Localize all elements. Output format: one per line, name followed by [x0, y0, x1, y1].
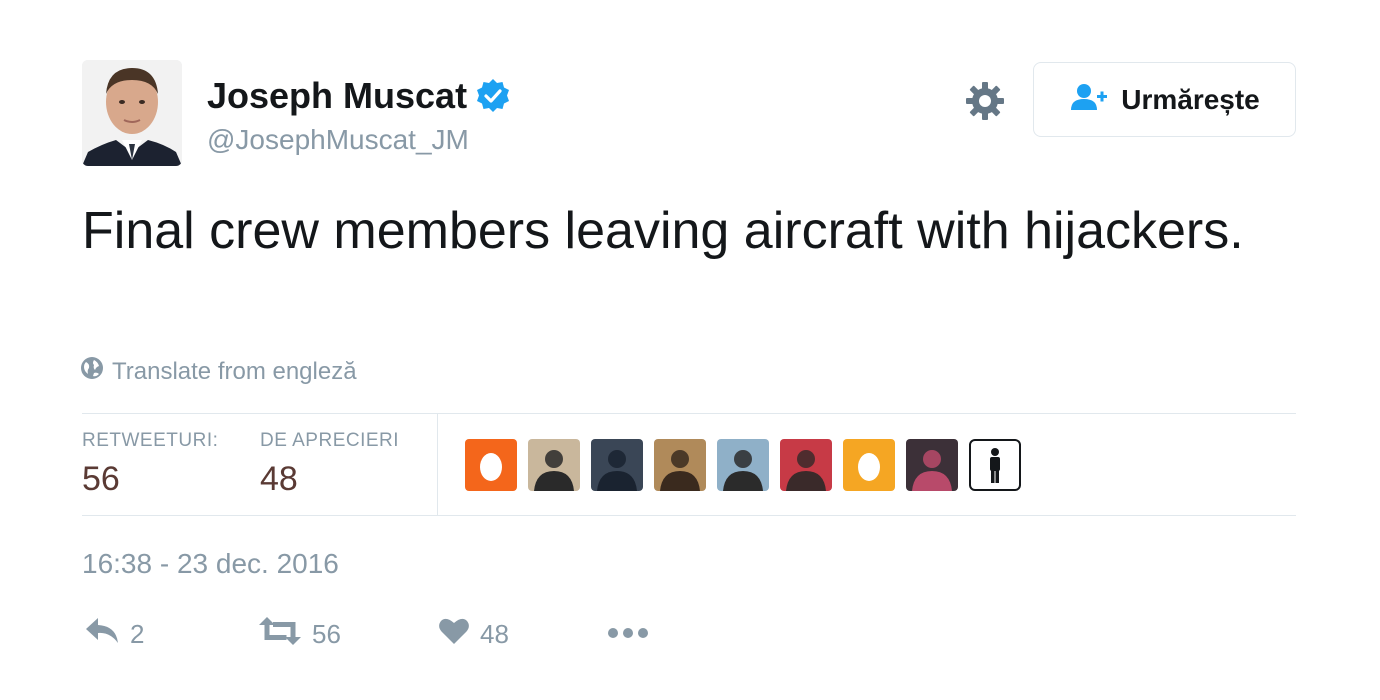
reply-count: 2: [130, 619, 145, 649]
heart-icon: [438, 616, 470, 653]
person-icon: [990, 448, 1000, 483]
retweet-button[interactable]: 56: [258, 616, 341, 653]
verified-badge-icon: [475, 78, 511, 114]
author-avatar[interactable]: [82, 60, 182, 166]
translate-link[interactable]: Translate from engleză: [80, 356, 357, 387]
follow-button-label: Urmărește: [1121, 83, 1260, 115]
globe-icon: [80, 356, 104, 387]
reply-icon: [84, 616, 120, 653]
settings-gear-icon[interactable]: [962, 78, 1008, 124]
author-handle[interactable]: @JosephMuscat_JM: [207, 124, 511, 156]
liker-avatar[interactable]: [654, 439, 706, 491]
tweet-text: Final crew members leaving aircraft with…: [82, 202, 1244, 260]
more-button[interactable]: [606, 616, 650, 647]
retweet-icon: [258, 616, 302, 653]
likers-avatars: [465, 439, 1021, 491]
liker-avatar[interactable]: [528, 439, 580, 491]
like-button[interactable]: 48: [438, 616, 509, 653]
liker-avatar[interactable]: [465, 439, 517, 491]
liker-avatar[interactable]: [780, 439, 832, 491]
reply-button[interactable]: 2: [84, 616, 144, 653]
more-dots-icon: [606, 616, 650, 647]
retweet-count: 56: [312, 619, 341, 649]
follow-button[interactable]: Urmărește: [1033, 62, 1296, 137]
retweets-label: RETWEETURI:: [82, 430, 219, 451]
author-photo: [82, 60, 182, 166]
like-count: 48: [480, 619, 509, 649]
liker-avatar[interactable]: [591, 439, 643, 491]
tweet-stats: RETWEETURI: 56 DE APRECIERI 48: [82, 413, 1296, 516]
stats-divider: [437, 414, 438, 515]
liker-avatar[interactable]: [906, 439, 958, 491]
author-info: Joseph Muscat @JosephMuscat_JM: [207, 74, 511, 156]
likes-value: 48: [260, 460, 298, 498]
likes-stat[interactable]: DE APRECIERI 48: [260, 430, 399, 499]
retweets-stat[interactable]: RETWEETURI: 56: [82, 430, 218, 499]
retweets-value: 56: [82, 460, 120, 498]
add-user-icon: [1069, 82, 1109, 117]
tweet-timestamp[interactable]: 16:38 - 23 dec. 2016: [82, 548, 339, 580]
liker-avatar[interactable]: [969, 439, 1021, 491]
liker-avatar[interactable]: [843, 439, 895, 491]
liker-avatar[interactable]: [717, 439, 769, 491]
author-name[interactable]: Joseph Muscat: [207, 75, 467, 117]
likes-label: DE APRECIERI: [260, 430, 400, 451]
translate-label: Translate from engleză: [112, 357, 357, 385]
